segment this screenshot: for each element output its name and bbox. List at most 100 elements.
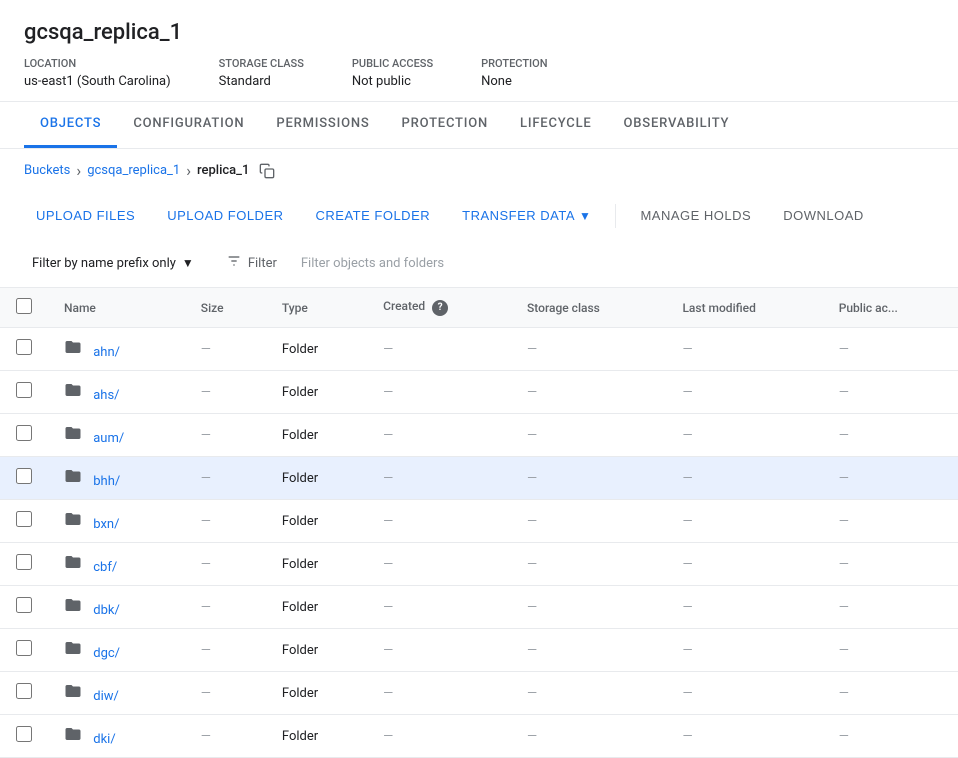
col-storage-class-header: Storage class (511, 288, 666, 328)
row-type-cell: Folder (266, 629, 367, 672)
table-header: Name Size Type Created ? Storage class L… (0, 288, 958, 328)
row-name-cell: ahs/ (48, 371, 185, 414)
row-type-cell: Folder (266, 414, 367, 457)
row-checkbox-2[interactable] (16, 425, 32, 441)
row-created-cell: — (367, 328, 511, 371)
col-name-header: Name (48, 288, 185, 328)
folder-link[interactable]: diw/ (93, 689, 119, 704)
row-type-cell: Folder (266, 586, 367, 629)
table-body: ahn/ — Folder — — — — ahs/ — Folder — — … (0, 328, 958, 758)
row-created-cell: — (367, 629, 511, 672)
folder-link[interactable]: dbk/ (93, 603, 120, 618)
tab-protection[interactable]: PROTECTION (386, 102, 504, 148)
col-size-header: Size (185, 288, 266, 328)
folder-link[interactable]: dgc/ (93, 646, 120, 661)
row-checkbox-6[interactable] (16, 597, 32, 613)
row-public-access-cell: — (823, 629, 958, 672)
folder-link[interactable]: ahs/ (93, 388, 119, 403)
row-public-access-cell: — (823, 328, 958, 371)
row-public-access-cell: — (823, 543, 958, 586)
table-row: dbk/ — Folder — — — — (0, 586, 958, 629)
row-checkbox-cell (0, 543, 48, 586)
row-storage-class-cell: — (511, 328, 666, 371)
meta-item-location: Locationus-east1 (South Carolina) (24, 57, 171, 89)
row-created-cell: — (367, 586, 511, 629)
row-last-modified-cell: — (666, 672, 822, 715)
tab-configuration[interactable]: CONFIGURATION (117, 102, 260, 148)
filter-button[interactable]: Filter (218, 247, 285, 279)
row-created-cell: — (367, 672, 511, 715)
row-size-cell: — (185, 500, 266, 543)
row-size-cell: — (185, 414, 266, 457)
tab-lifecycle[interactable]: LIFECYCLE (504, 102, 608, 148)
row-checkbox-1[interactable] (16, 382, 32, 398)
manage-holds-button[interactable]: MANAGE HOLDS (628, 200, 763, 231)
row-type-cell: Folder (266, 328, 367, 371)
upload-files-button[interactable]: UPLOAD FILES (24, 200, 147, 231)
copy-icon[interactable] (259, 163, 275, 179)
page-title: gcsqa_replica_1 (24, 20, 934, 45)
tab-permissions[interactable]: PERMISSIONS (260, 102, 385, 148)
row-size-cell: — (185, 586, 266, 629)
folder-link[interactable]: ahn/ (93, 345, 120, 360)
folder-icon (64, 381, 82, 403)
folder-icon (64, 553, 82, 575)
upload-folder-button[interactable]: UPLOAD FOLDER (155, 200, 295, 231)
row-checkbox-5[interactable] (16, 554, 32, 570)
row-checkbox-cell (0, 371, 48, 414)
folder-icon (64, 639, 82, 661)
row-last-modified-cell: — (666, 543, 822, 586)
row-last-modified-cell: — (666, 629, 822, 672)
row-storage-class-cell: — (511, 371, 666, 414)
download-button[interactable]: DOWNLOAD (771, 200, 876, 231)
row-checkbox-7[interactable] (16, 640, 32, 656)
created-help-icon[interactable]: ? (432, 300, 448, 316)
col-type-header: Type (266, 288, 367, 328)
row-checkbox-3[interactable] (16, 468, 32, 484)
row-type-cell: Folder (266, 715, 367, 758)
table-row: bhh/ — Folder — — — — (0, 457, 958, 500)
folder-link[interactable]: dki/ (93, 732, 115, 747)
folder-link[interactable]: cbf/ (93, 560, 117, 575)
meta-item-public-access: Public accessNot public (352, 57, 433, 89)
meta-label: Public access (352, 57, 433, 70)
row-name-cell: aum/ (48, 414, 185, 457)
row-size-cell: — (185, 457, 266, 500)
row-type-cell: Folder (266, 457, 367, 500)
table-row: dgc/ — Folder — — — — (0, 629, 958, 672)
filter-dropdown[interactable]: Filter by name prefix only ▼ (24, 250, 202, 277)
row-checkbox-9[interactable] (16, 726, 32, 742)
row-name-cell: dki/ (48, 715, 185, 758)
table-row: aum/ — Folder — — — — (0, 414, 958, 457)
transfer-data-button[interactable]: TRANSFER DATA ▼ (450, 200, 603, 231)
row-checkbox-4[interactable] (16, 511, 32, 527)
col-public-access-header: Public ac... (823, 288, 958, 328)
breadcrumb-buckets-link[interactable]: Buckets (24, 163, 70, 178)
filter-lines-icon (226, 253, 242, 273)
row-checkbox-cell (0, 500, 48, 543)
folder-link[interactable]: aum/ (93, 431, 124, 446)
filter-dropdown-label: Filter by name prefix only (32, 256, 176, 271)
row-checkbox-cell (0, 629, 48, 672)
tab-objects[interactable]: OBJECTS (24, 102, 117, 148)
breadcrumb-bucket-link[interactable]: gcsqa_replica_1 (87, 163, 180, 178)
folder-link[interactable]: bxn/ (93, 517, 119, 532)
row-checkbox-0[interactable] (16, 339, 32, 355)
folder-icon (64, 682, 82, 704)
row-checkbox-cell (0, 328, 48, 371)
row-checkbox-8[interactable] (16, 683, 32, 699)
meta-label: Protection (481, 57, 547, 70)
row-created-cell: — (367, 500, 511, 543)
row-storage-class-cell: — (511, 629, 666, 672)
row-storage-class-cell: — (511, 715, 666, 758)
table-row: bxn/ — Folder — — — — (0, 500, 958, 543)
col-created-header: Created ? (367, 288, 511, 328)
create-folder-button[interactable]: CREATE FOLDER (304, 200, 443, 231)
tab-observability[interactable]: OBSERVABILITY (608, 102, 746, 148)
select-all-checkbox[interactable] (16, 298, 32, 314)
folder-link[interactable]: bhh/ (93, 474, 120, 489)
row-type-cell: Folder (266, 672, 367, 715)
folder-icon (64, 424, 82, 446)
breadcrumb: Buckets › gcsqa_replica_1 › replica_1 (0, 149, 958, 192)
filter-input-placeholder[interactable]: Filter objects and folders (301, 252, 934, 275)
